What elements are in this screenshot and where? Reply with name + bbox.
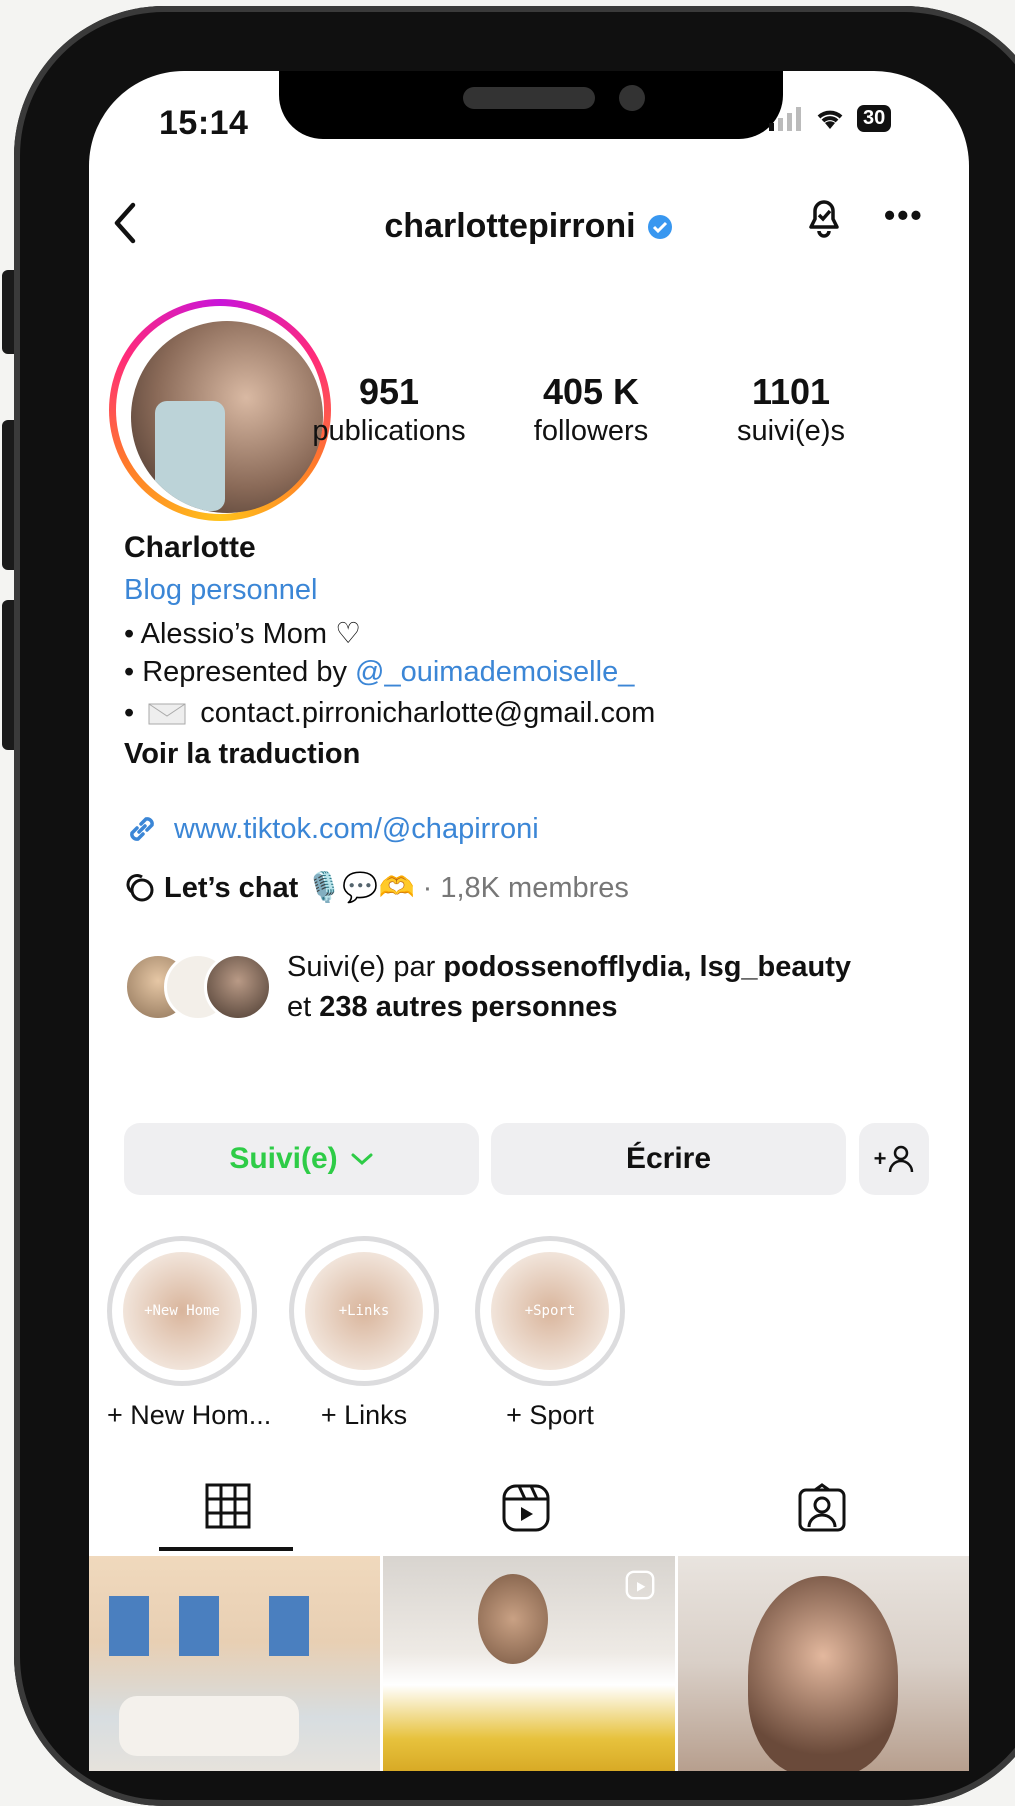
bio-line-3-bullet: • — [124, 697, 143, 729]
stat-followers[interactable]: 405 K followers — [501, 371, 681, 448]
followed-by-prefix: Suivi(e) par — [287, 951, 444, 983]
chat-bubbles-icon — [126, 874, 154, 902]
mutual-avatar-3 — [204, 953, 272, 1021]
stat-posts-value: 951 — [358, 371, 420, 412]
highlight-ring: +Links — [289, 1236, 439, 1386]
post-thumbnail[interactable] — [677, 1556, 969, 1771]
bio-line-2: • Represented by @_ouimademoiselle_ — [124, 656, 634, 689]
avatar — [131, 321, 323, 513]
channel-members: · 1,8K membres — [422, 871, 629, 904]
envelope-icon — [148, 703, 186, 725]
link-icon — [130, 817, 154, 841]
front-camera — [619, 85, 645, 111]
avatar-border — [116, 306, 324, 514]
broadcast-channel[interactable]: Let’s chat 🎙️💬🫶 · 1,8K membres — [124, 871, 629, 905]
notification-bell-icon[interactable] — [799, 191, 849, 241]
lounge-chair — [119, 1696, 299, 1756]
bio-email[interactable]: contact.pirronicharlotte@gmail.com — [200, 697, 655, 729]
person-portrait — [747, 1576, 898, 1771]
highlight-cover: +Sport — [491, 1252, 609, 1370]
posts-grid — [89, 1556, 969, 1771]
suggest-people-button[interactable]: + — [859, 1123, 929, 1195]
highlight-label: + Sport — [506, 1400, 594, 1430]
highlight-cover: +Links — [305, 1252, 423, 1370]
screen: 15:14 30 charlottepirroni ••• 951 public… — [89, 71, 969, 1771]
wifi-icon — [817, 110, 843, 129]
status-icons: 30 — [769, 105, 892, 132]
stat-followers-value: 405 K — [542, 371, 640, 412]
phone-frame: 15:14 30 charlottepirroni ••• 951 public… — [14, 6, 1015, 1806]
channel-name: Let’s chat — [164, 871, 299, 904]
highlight-ring: +New Home — [107, 1236, 257, 1386]
post-thumbnail[interactable] — [89, 1556, 381, 1771]
battery-indicator: 30 — [857, 105, 892, 132]
stat-following-value: 1101 — [751, 371, 831, 412]
highlight-label: + New Hom... — [107, 1400, 272, 1430]
followed-by-others: 238 autres personnes — [319, 991, 618, 1023]
followed-by-names: podossenofflydia, lsg_beauty — [443, 951, 852, 983]
message-button[interactable]: Écrire — [491, 1123, 846, 1195]
highlight-cover: +New Home — [123, 1252, 241, 1370]
stat-posts[interactable]: 951 publications — [299, 371, 479, 448]
highlight-label: + Links — [320, 1400, 408, 1430]
window-shutter — [269, 1596, 309, 1656]
mutual-followers-avatars[interactable] — [124, 953, 272, 1021]
stat-posts-label: publications — [312, 415, 466, 447]
mutual-followers-text[interactable]: Suivi(e) par podossenofflydia, lsg_beaut… — [287, 947, 851, 1027]
active-tab-indicator — [159, 1547, 293, 1551]
reels-tab-icon[interactable] — [501, 1483, 551, 1533]
speaker — [463, 87, 595, 109]
followed-by-and: et — [287, 991, 320, 1023]
channel-emojis: 🎙️💬🫶 — [306, 872, 415, 904]
highlight-new-home[interactable]: +New Home + New Hom... — [107, 1236, 272, 1431]
following-button[interactable]: Suivi(e) — [124, 1123, 479, 1195]
stat-followers-label: followers — [533, 415, 649, 447]
status-time: 15:14 — [159, 104, 249, 142]
username: charlottepirroni — [384, 207, 636, 245]
bio-line-3: • contact.pirronicharlotte@gmail.com — [124, 697, 655, 730]
stat-following-label: suivi(e)s — [737, 415, 845, 447]
tagged-tab-icon[interactable] — [797, 1483, 847, 1533]
website-link[interactable]: www.tiktok.com/@chapirroni — [124, 811, 539, 847]
window-shutter — [179, 1596, 219, 1656]
add-person-plus: + — [873, 1146, 887, 1171]
bio-line-2-text: • Represented by — [124, 656, 356, 688]
highlight-sport[interactable]: +Sport + Sport — [475, 1236, 625, 1431]
profile-name: Charlotte — [124, 531, 256, 564]
cellular-signal-icon — [769, 106, 801, 131]
verified-badge-icon — [647, 214, 672, 239]
highlight-ring: +Sport — [475, 1236, 625, 1386]
stat-following[interactable]: 1101 suivi(e)s — [701, 371, 881, 448]
window-shutter — [109, 1596, 149, 1656]
more-options-icon[interactable]: ••• — [884, 197, 924, 234]
avatar-phone-shape — [155, 401, 225, 511]
following-label: Suivi(e) — [229, 1142, 338, 1175]
notch — [279, 71, 783, 139]
see-translation-link[interactable]: Voir la traduction — [124, 738, 360, 771]
story-ring[interactable] — [109, 299, 331, 521]
post-thumbnail[interactable] — [383, 1556, 675, 1771]
profile-category[interactable]: Blog personnel — [124, 574, 317, 607]
bio-line-1: • Alessio’s Mom ♡ — [124, 618, 362, 650]
grid-tab-icon[interactable] — [205, 1483, 251, 1529]
mention-link[interactable]: @_ouimademoiselle_ — [355, 656, 634, 688]
reel-badge-icon — [625, 1570, 655, 1600]
chevron-down-icon — [351, 1153, 373, 1166]
person-icon — [889, 1145, 914, 1173]
person-head — [478, 1574, 549, 1664]
website-url: www.tiktok.com/@chapirroni — [174, 812, 539, 845]
highlight-links[interactable]: +Links + Links — [289, 1236, 439, 1431]
